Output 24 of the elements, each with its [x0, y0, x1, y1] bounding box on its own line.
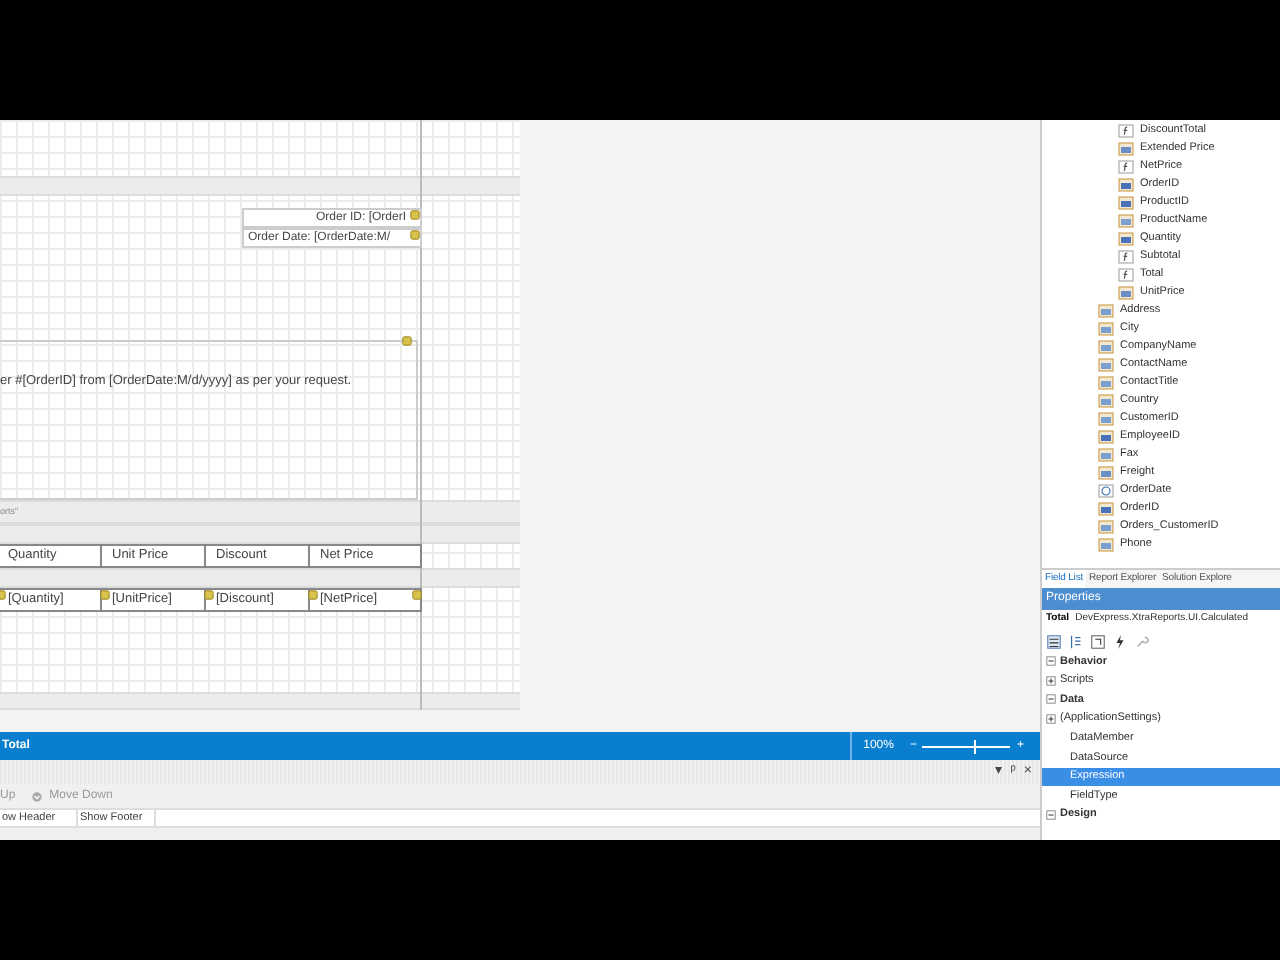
properties-icon[interactable] — [1090, 633, 1106, 649]
decimal-field-icon — [1118, 142, 1134, 156]
text-field-icon — [1098, 448, 1114, 462]
categorized-icon[interactable] — [1046, 633, 1062, 649]
expand-icon[interactable] — [1046, 714, 1056, 725]
decimal-field-icon — [1118, 286, 1134, 300]
number-field-icon — [1118, 232, 1134, 246]
collapse-icon[interactable] — [1046, 656, 1056, 667]
number-field-icon — [1098, 502, 1114, 516]
wrench-icon[interactable] — [1134, 633, 1150, 649]
collapse-icon[interactable] — [1046, 810, 1056, 821]
date-field-icon — [1098, 484, 1114, 498]
function-field-icon — [1118, 250, 1134, 264]
expand-icon[interactable] — [1046, 675, 1056, 686]
collapse-icon[interactable] — [1046, 694, 1056, 705]
function-field-icon — [1118, 268, 1134, 282]
decimal-field-icon — [1098, 466, 1114, 480]
smart-tag-icon[interactable] — [402, 336, 412, 346]
lightning-icon[interactable] — [1112, 633, 1128, 649]
sort-icon[interactable] — [1068, 633, 1084, 649]
text-field-icon — [1118, 214, 1134, 228]
down-arrow-icon — [31, 791, 42, 801]
number-field-icon — [1098, 430, 1114, 444]
function-field-icon — [1118, 160, 1134, 174]
